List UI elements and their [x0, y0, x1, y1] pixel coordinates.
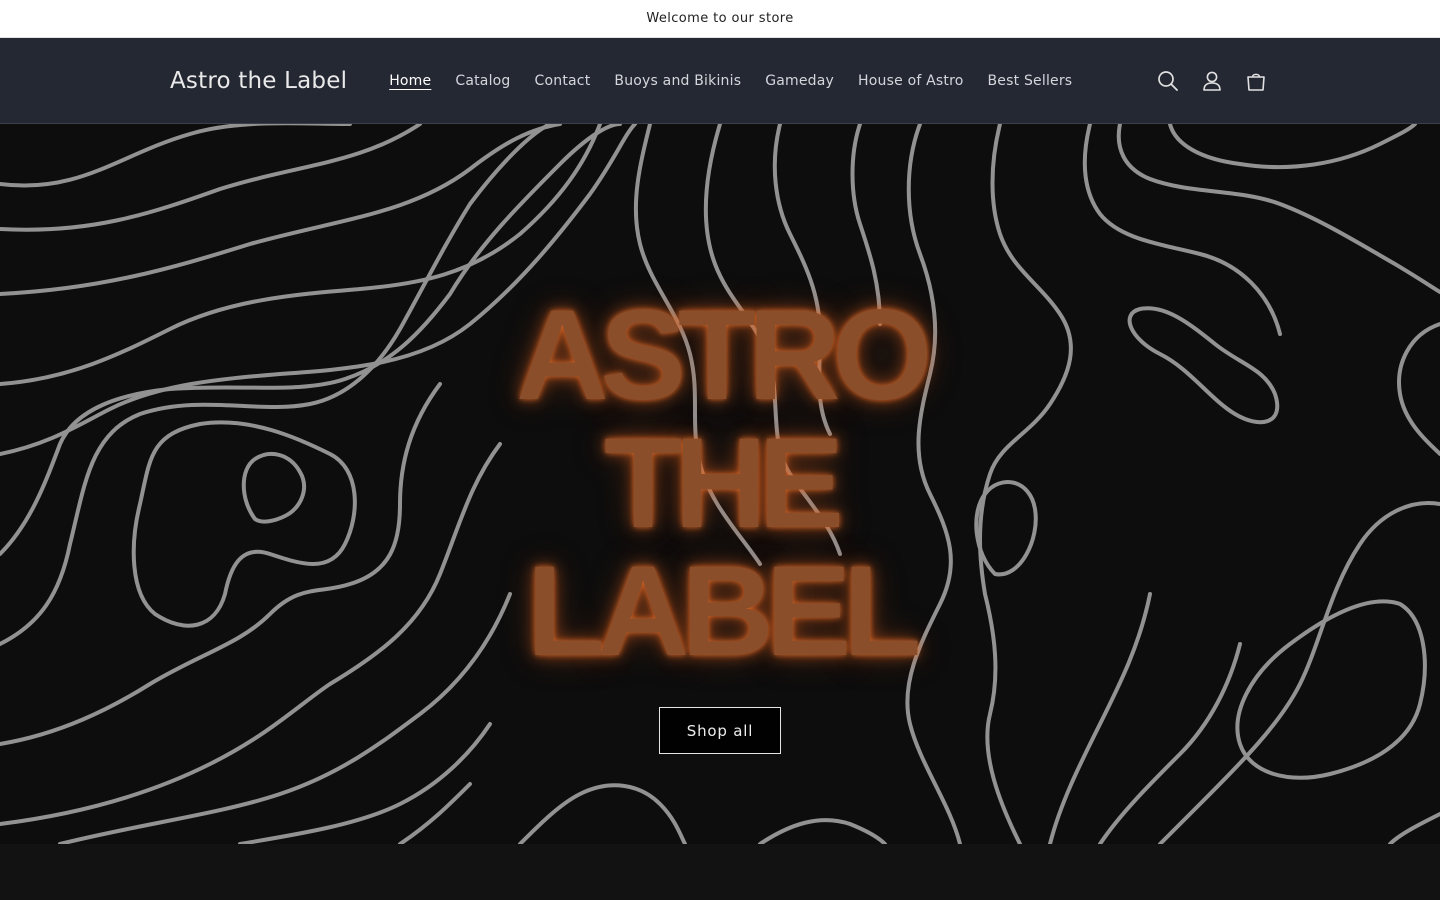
main-nav: Home Catalog Contact Buoys and Bikinis G…	[377, 73, 1152, 89]
hero-title-line-2: THE	[604, 412, 844, 555]
hero-title-line-3: LABEL	[526, 540, 922, 683]
account-button[interactable]	[1196, 65, 1228, 97]
cart-icon	[1247, 73, 1265, 91]
cart-button[interactable]	[1240, 65, 1272, 97]
nav-item-buoys-and-bikinis[interactable]: Buoys and Bikinis	[602, 73, 753, 89]
announcement-bar: Welcome to our store	[0, 0, 1440, 38]
below-fold-section	[0, 844, 1440, 900]
search-icon	[1158, 70, 1178, 91]
hero-title: ASTRO THE LABEL	[0, 292, 1440, 676]
nav-item-catalog[interactable]: Catalog	[443, 73, 522, 89]
nav-item-best-sellers[interactable]: Best Sellers	[976, 73, 1085, 89]
nav-item-home[interactable]: Home	[377, 73, 443, 89]
nav-item-contact[interactable]: Contact	[523, 73, 603, 89]
site-header: Astro the Label Home Catalog Contact Buo…	[0, 38, 1440, 124]
header-icons	[1152, 65, 1272, 97]
account-icon	[1203, 71, 1221, 91]
hero-banner: ASTRO THE LABEL Shop all	[0, 124, 1440, 844]
announcement-text: Welcome to our store	[646, 11, 794, 26]
nav-item-gameday[interactable]: Gameday	[753, 73, 846, 89]
store-logo[interactable]: Astro the Label	[170, 68, 347, 94]
hero-title-line-1: ASTRO	[516, 284, 932, 427]
nav-item-house-of-astro[interactable]: House of Astro	[846, 73, 975, 89]
search-button[interactable]	[1152, 65, 1184, 97]
shop-all-button[interactable]: Shop all	[659, 707, 781, 754]
